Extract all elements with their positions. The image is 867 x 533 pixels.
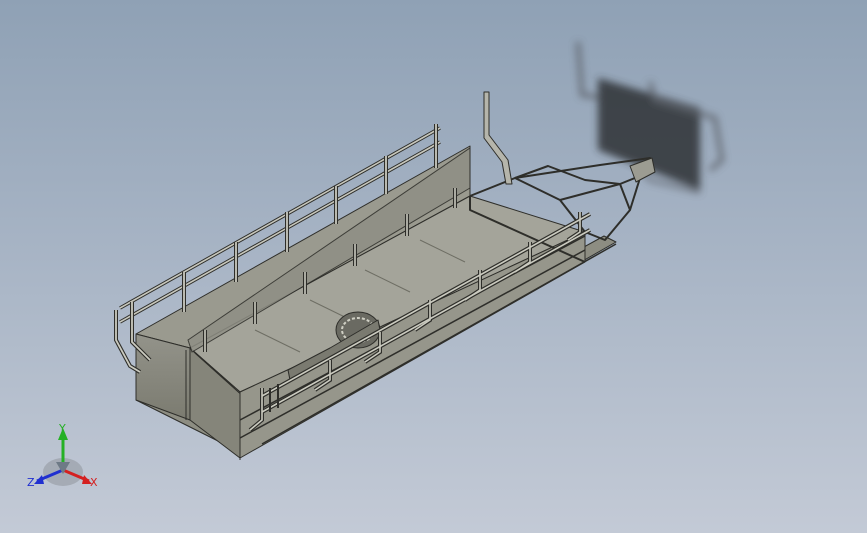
lift-hook-rod	[483, 91, 513, 185]
reference-triad[interactable]: Y X Z	[27, 422, 98, 489]
end-box-front	[135, 333, 191, 421]
triad-x-label: X	[90, 476, 98, 489]
triad-y-label: Y	[58, 422, 66, 435]
model-canvas[interactable]: Y X Z	[0, 0, 867, 533]
conveyor-model[interactable]	[135, 91, 656, 459]
graphics-viewport[interactable]: Y X Z	[0, 0, 867, 533]
triad-z-label: Z	[27, 476, 35, 489]
triad-z-arrow	[34, 475, 44, 484]
